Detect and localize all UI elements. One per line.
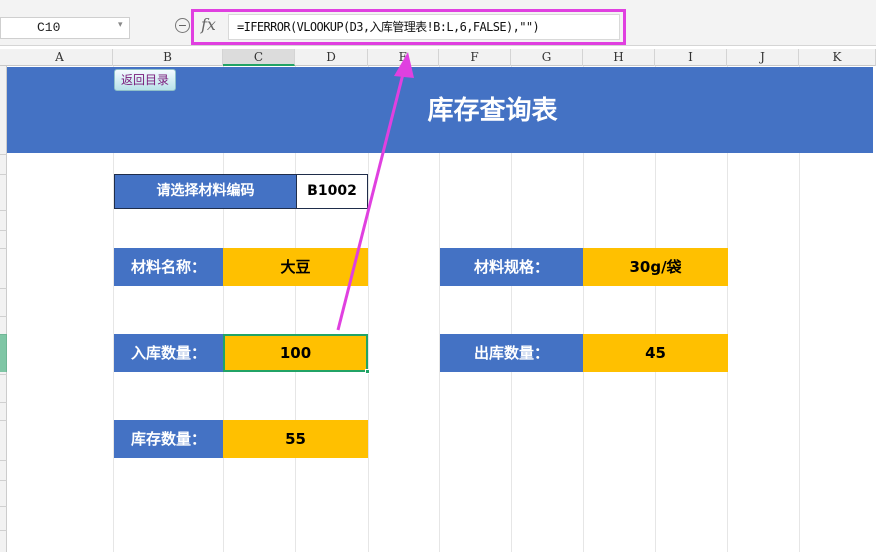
page-title: 库存查询表 bbox=[427, 96, 558, 126]
column-header-g[interactable]: G bbox=[511, 49, 583, 66]
stock-qty-label: 库存数量： bbox=[114, 420, 223, 458]
material-name-value[interactable]: 大豆 bbox=[223, 248, 368, 286]
back-to-index-button[interactable]: 返回目录 bbox=[114, 69, 176, 91]
column-header-i[interactable]: I bbox=[655, 49, 727, 66]
column-header-e[interactable]: E bbox=[368, 49, 439, 66]
zoom-icon[interactable]: − bbox=[175, 18, 190, 33]
material-spec-value[interactable]: 30g/袋 bbox=[583, 248, 728, 286]
column-header-k[interactable]: K bbox=[799, 49, 876, 66]
outbound-qty-value[interactable]: 45 bbox=[583, 334, 728, 372]
chevron-down-icon[interactable]: ▾ bbox=[118, 20, 123, 30]
column-header-b[interactable]: B bbox=[113, 49, 223, 66]
column-header-a[interactable]: A bbox=[7, 49, 113, 66]
material-code-label: 请选择材料编码 bbox=[114, 174, 297, 209]
fill-handle[interactable] bbox=[365, 369, 370, 374]
column-header-h[interactable]: H bbox=[583, 49, 655, 66]
column-header-bar: A B C D E F G H I J K bbox=[0, 49, 876, 66]
column-header-d[interactable]: D bbox=[295, 49, 368, 66]
column-header-j[interactable]: J bbox=[727, 49, 799, 66]
column-header-f[interactable]: F bbox=[439, 49, 511, 66]
material-name-label: 材料名称： bbox=[114, 248, 223, 286]
column-header-c[interactable]: C bbox=[223, 49, 295, 66]
material-spec-label: 材料规格： bbox=[440, 248, 583, 286]
outbound-qty-label: 出库数量： bbox=[440, 334, 583, 372]
formula-highlight-box bbox=[191, 9, 626, 45]
selected-row-indicator bbox=[0, 334, 7, 372]
inbound-qty-label: 入库数量： bbox=[114, 334, 223, 372]
material-code-select[interactable]: B1002 bbox=[296, 174, 368, 209]
stock-qty-value[interactable]: 55 bbox=[223, 420, 368, 458]
name-box[interactable]: C10 bbox=[0, 17, 130, 39]
inbound-qty-value[interactable]: 100 bbox=[223, 334, 368, 372]
row-header-strip[interactable] bbox=[0, 66, 7, 552]
